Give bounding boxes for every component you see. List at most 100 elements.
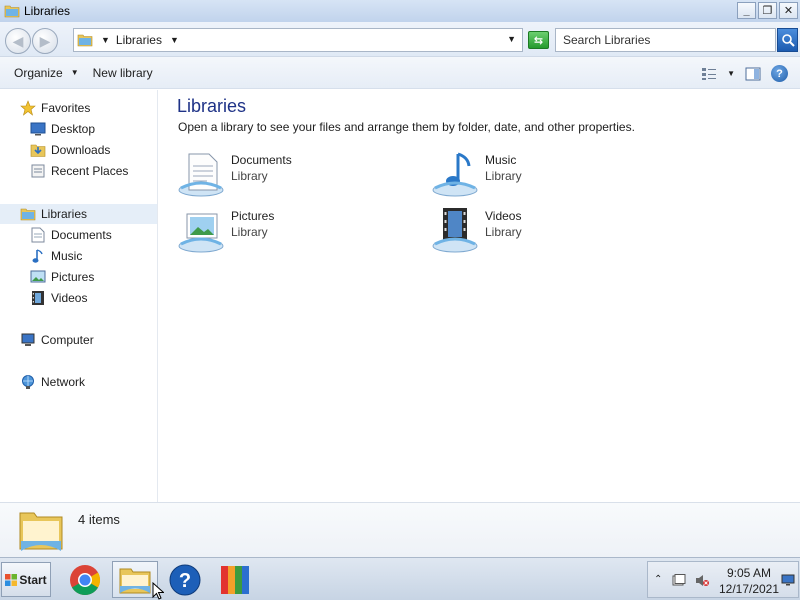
address-bar-area: ◀ ▶ ▼ Libraries ▼ ▼ ⇆ Search Libraries	[0, 22, 800, 57]
windows-explorer-icon	[119, 568, 151, 593]
nav-computer-label: Computer	[41, 333, 94, 347]
library-name: Videos	[485, 209, 522, 223]
volume-muted-icon[interactable]	[695, 574, 709, 587]
library-name: Pictures	[231, 209, 275, 223]
page-title: Libraries	[177, 96, 247, 116]
refresh-button[interactable]: ⇆	[528, 31, 549, 49]
nav-libraries-label: Libraries	[41, 207, 88, 221]
view-options-dropdown-icon[interactable]: ▼	[727, 69, 735, 78]
breadcrumb-dropdown-icon[interactable]: ▼	[170, 35, 179, 45]
system-tray: ⌃ 9:05 AM 12/17/2021	[647, 561, 799, 598]
title-bar: Libraries _ ❐ ✕	[0, 0, 800, 22]
library-name: Music	[485, 153, 517, 167]
nav-documents[interactable]: Documents	[0, 225, 157, 245]
nav-downloads-label: Downloads	[51, 143, 111, 157]
taskbar-chrome[interactable]	[62, 561, 108, 598]
content-pane: Libraries Open a library to see your fil…	[160, 90, 800, 502]
close-button[interactable]: ✕	[779, 2, 798, 19]
library-item-documents[interactable]: Documents Library	[177, 150, 397, 200]
nav-favorites[interactable]: Favorites	[0, 98, 157, 118]
film-strip-icon	[30, 290, 46, 306]
music-note-icon	[30, 248, 46, 264]
nav-pictures-label: Pictures	[51, 270, 95, 284]
clock-date: 12/17/2021	[718, 582, 780, 596]
library-name: Documents	[231, 153, 292, 167]
nav-pictures[interactable]: Pictures	[0, 267, 157, 287]
nav-desktop-label: Desktop	[51, 122, 96, 136]
new-library-label: New library	[92, 65, 153, 80]
downloads-icon	[30, 142, 46, 158]
star-icon	[20, 100, 36, 116]
back-arrow-icon: ◀	[12, 32, 24, 49]
libraries-folder-icon	[19, 512, 63, 551]
taskbar-avg[interactable]	[212, 561, 258, 598]
view-controls: ▼ ?	[701, 65, 788, 82]
start-button[interactable]: Start	[1, 562, 51, 597]
nav-libraries[interactable]: Libraries	[0, 204, 157, 224]
library-item-videos[interactable]: Videos Library	[431, 206, 651, 256]
back-button[interactable]: ◀	[5, 28, 31, 54]
breadcrumb-chevron-icon[interactable]: ▼	[101, 35, 110, 45]
item-count: 4 items	[78, 512, 120, 527]
nav-videos-label: Videos	[51, 291, 88, 305]
refresh-icon: ⇆	[533, 34, 544, 47]
network-icon	[20, 374, 36, 390]
mouse-cursor-icon	[152, 582, 164, 600]
breadcrumb-libraries[interactable]: Libraries	[116, 33, 162, 47]
nav-desktop[interactable]: Desktop	[0, 119, 157, 139]
libraries-folder-icon	[77, 34, 93, 47]
clock[interactable]: 9:05 AM 12/17/2021	[718, 565, 780, 597]
documents-library-icon	[178, 153, 224, 197]
command-bar: Organize ▼ New library ▼ ?	[0, 57, 800, 89]
minimize-button[interactable]: _	[737, 2, 756, 19]
nav-network[interactable]: Network	[0, 372, 157, 392]
preview-pane-icon[interactable]	[745, 67, 761, 81]
search-icon	[781, 34, 795, 47]
search-button[interactable]	[777, 28, 798, 52]
navigation-pane: Favorites Desktop Downloads Recent Place…	[0, 90, 158, 502]
start-label: Start	[19, 572, 47, 587]
nav-music[interactable]: Music	[0, 246, 157, 266]
new-library-button[interactable]: New library	[86, 66, 160, 80]
nav-network-label: Network	[41, 375, 86, 389]
library-type: Library	[485, 169, 522, 183]
window-controls: _ ❐ ✕	[737, 2, 798, 19]
forward-button[interactable]: ▶	[32, 28, 58, 54]
search-input[interactable]: Search Libraries	[555, 28, 776, 52]
desktop-icon	[30, 121, 46, 137]
library-type: Library	[231, 225, 268, 239]
show-desktop-icon[interactable]	[781, 574, 795, 586]
nav-downloads[interactable]: Downloads	[0, 140, 157, 160]
library-item-music[interactable]: Music Library	[431, 150, 651, 200]
taskbar-help[interactable]: ?	[162, 561, 208, 598]
show-hidden-icons-icon[interactable]: ⌃	[654, 574, 662, 585]
clock-time: 9:05 AM	[726, 566, 772, 580]
help-icon[interactable]: ?	[771, 65, 788, 82]
organize-label: Organize	[14, 65, 63, 80]
libraries-folder-icon	[4, 5, 20, 18]
nav-recent-places-label: Recent Places	[51, 164, 129, 178]
computer-icon	[20, 332, 36, 348]
nav-recent-places[interactable]: Recent Places	[0, 161, 157, 181]
nav-videos[interactable]: Videos	[0, 288, 157, 308]
chrome-icon	[70, 564, 101, 595]
nav-music-label: Music	[51, 249, 83, 263]
library-type: Library	[231, 169, 268, 183]
svg-text:?: ?	[179, 570, 191, 592]
organize-button[interactable]: Organize ▼	[7, 66, 86, 80]
action-center-icon[interactable]	[672, 574, 686, 587]
avg-icon	[221, 565, 249, 594]
details-pane: 4 items	[0, 502, 800, 557]
maximize-button[interactable]: ❐	[758, 2, 777, 19]
organize-dropdown-icon: ▼	[70, 68, 79, 77]
library-item-pictures[interactable]: Pictures Library	[177, 206, 397, 256]
nav-documents-label: Documents	[51, 228, 112, 242]
forward-arrow-icon: ▶	[39, 32, 51, 49]
nav-computer[interactable]: Computer	[0, 330, 157, 350]
recent-places-icon	[30, 163, 46, 179]
page-description: Open a library to see your files and arr…	[178, 120, 635, 134]
address-box[interactable]: ▼ Libraries ▼ ▼	[73, 28, 523, 52]
library-type: Library	[485, 225, 522, 239]
change-view-icon[interactable]	[701, 67, 717, 81]
address-history-dropdown-icon[interactable]: ▼	[507, 34, 516, 44]
